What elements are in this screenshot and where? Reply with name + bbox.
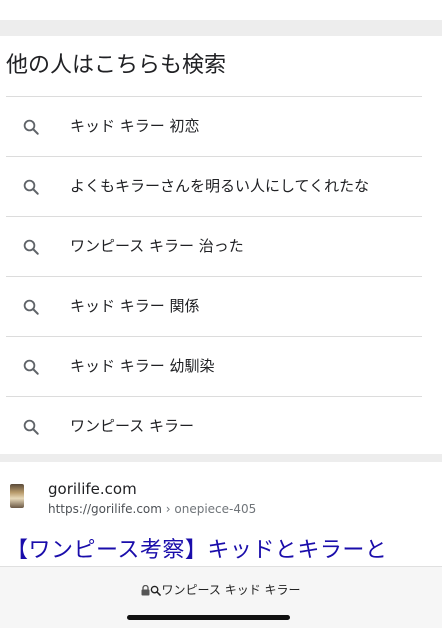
lock-icon (141, 584, 150, 596)
related-search-item[interactable]: キッド キラー 初恋 (6, 96, 422, 156)
related-search-label: キッド キラー 幼馴染 (70, 357, 215, 375)
previous-card (0, 0, 442, 20)
related-search-item[interactable]: キッド キラー 幼馴染 (6, 336, 422, 396)
address-bar-text: ワンピース キッド キラー (161, 583, 301, 597)
search-icon (23, 239, 39, 255)
related-search-item[interactable]: ワンピース キラー 治った (6, 216, 422, 276)
site-url-domain: https://gorilife.com (48, 502, 162, 516)
related-search-label: ワンピース キラー 治った (70, 237, 244, 255)
search-icon (151, 585, 162, 596)
related-search-item[interactable]: よくもキラーさんを明るい人にしてくれたな (6, 156, 422, 216)
search-icon (23, 359, 39, 375)
site-name[interactable]: gorilife.com (48, 480, 137, 498)
site-url[interactable]: https://gorilife.com › onepiece-405 (48, 502, 256, 516)
related-search-label: よくもキラーさんを明るい人にしてくれたな (70, 177, 370, 195)
related-searches-list: キッド キラー 初恋 よくもキラーさんを明るい人にしてくれたな ワンピース キラ… (0, 96, 442, 456)
related-searches-card: 他の人はこちらも検索 キッド キラー 初恋 よくもキラーさんを明るい人にしてくれ… (0, 36, 442, 454)
site-url-path: › onepiece-405 (161, 502, 257, 516)
search-icon (23, 179, 39, 195)
search-icon (23, 299, 39, 315)
home-indicator (127, 615, 290, 620)
address-bar-content[interactable]: ワンピース キッド キラー (0, 581, 442, 598)
related-search-item[interactable]: ワンピース キラー (6, 396, 422, 456)
search-icon (23, 419, 39, 435)
search-icon (23, 119, 39, 135)
result-title-link[interactable]: 【ワンピース考察】キッドとキラーと (6, 532, 387, 564)
related-search-item[interactable]: キッド キラー 関係 (6, 276, 422, 336)
related-searches-title: 他の人はこちらも検索 (6, 53, 227, 78)
site-favicon (10, 484, 24, 508)
related-search-label: キッド キラー 関係 (70, 297, 200, 315)
related-search-label: ワンピース キラー (70, 417, 195, 435)
browser-address-bar[interactable]: ワンピース キッド キラー (0, 566, 442, 628)
related-search-label: キッド キラー 初恋 (70, 117, 200, 135)
